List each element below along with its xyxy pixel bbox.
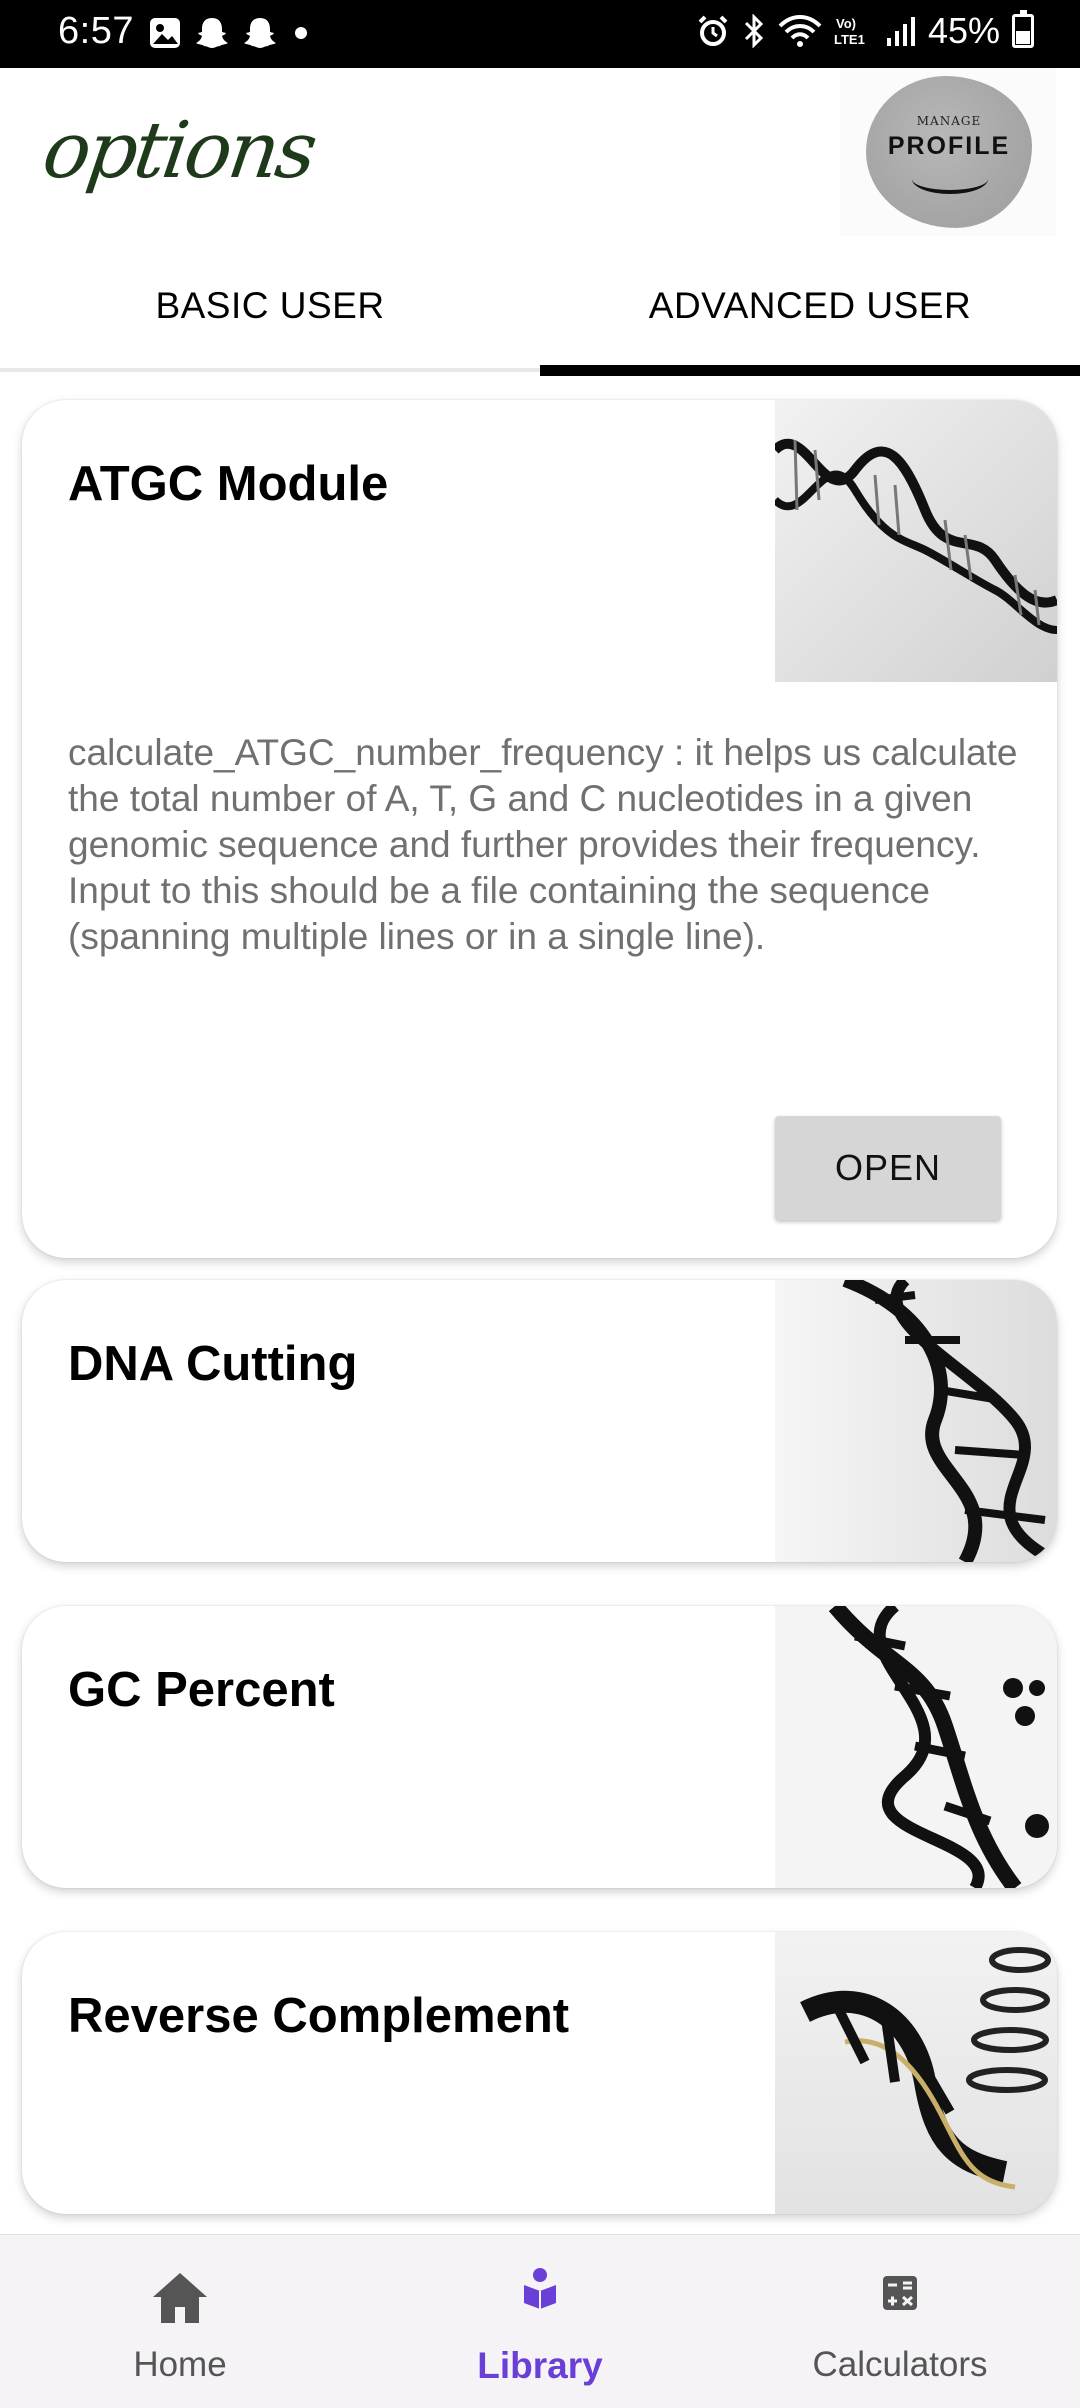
- tab-advanced-user[interactable]: ADVANCED USER: [540, 240, 1080, 376]
- app-header: options MANAGE PROFILE: [0, 68, 1080, 240]
- battery-icon: [1012, 10, 1034, 48]
- volte-icon: Vo) LTE1: [834, 16, 865, 47]
- library-icon: [524, 2268, 556, 2309]
- svg-text:Vo): Vo): [836, 16, 856, 31]
- alarm-icon: [698, 15, 728, 46]
- profile-badge: MANAGE PROFILE: [866, 76, 1032, 228]
- tab-active-indicator: [540, 365, 1080, 376]
- nav-label: Home: [133, 2345, 227, 2384]
- notification-icons: [148, 16, 312, 50]
- card-title: ATGC Module: [68, 457, 389, 511]
- tab-label: ADVANCED USER: [648, 285, 972, 326]
- module-card-reverse-complement[interactable]: Reverse Complement: [22, 1932, 1057, 2214]
- system-icons: Vo) LTE1 45%: [696, 10, 1034, 52]
- status-bar: 6:57 Vo) LTE1 45%: [0, 0, 1080, 68]
- bluetooth-icon: [744, 14, 764, 48]
- dna-helix-image: [775, 400, 1057, 682]
- card-title: DNA Cutting: [68, 1337, 358, 1391]
- app-logo: options: [0, 92, 320, 208]
- calculator-icon: [883, 2276, 917, 2310]
- user-level-tabs: BASIC USER ADVANCED USER: [0, 240, 1080, 376]
- nav-item-calculators[interactable]: Calculators: [720, 2235, 1080, 2408]
- dna-helix-image: [775, 1606, 1057, 1888]
- nav-label: Library: [477, 2345, 603, 2386]
- tab-label: BASIC USER: [155, 285, 385, 326]
- module-card-dna-cutting[interactable]: DNA Cutting: [22, 1280, 1057, 1562]
- module-card-atgc[interactable]: ATGC Module calculate_ATGC_number_freque…: [22, 400, 1057, 1258]
- dna-helix-image: [775, 1932, 1057, 2214]
- open-button[interactable]: OPEN: [775, 1116, 1001, 1220]
- nav-item-home[interactable]: Home: [0, 2235, 360, 2408]
- status-time: 6:57: [58, 10, 134, 52]
- profile-small-label: MANAGE: [916, 114, 982, 128]
- manage-profile-button[interactable]: MANAGE PROFILE: [840, 68, 1056, 236]
- wifi-icon: [778, 15, 822, 47]
- home-icon: [153, 2273, 207, 2323]
- card-title: Reverse Complement: [68, 1989, 570, 2043]
- bottom-navigation: Home Library Calculators: [0, 2234, 1080, 2408]
- smile-icon: [912, 164, 988, 194]
- module-card-gc-percent[interactable]: GC Percent: [22, 1606, 1057, 1888]
- svg-text:LTE1: LTE1: [834, 32, 865, 47]
- dot-icon: [295, 27, 307, 39]
- gallery-icon: [150, 18, 180, 48]
- signal-icon: [886, 17, 915, 46]
- dna-helix-image: [775, 1280, 1057, 1562]
- profile-big-label: PROFILE: [887, 132, 1011, 160]
- battery-percent: 45%: [927, 10, 1000, 51]
- snapchat-icon: [244, 18, 276, 48]
- card-title: GC Percent: [68, 1663, 335, 1717]
- logo-text: options: [37, 106, 320, 196]
- tab-basic-user[interactable]: BASIC USER: [0, 240, 540, 372]
- nav-item-library[interactable]: Library: [360, 2235, 720, 2408]
- nav-label: Calculators: [812, 2345, 988, 2384]
- card-description: calculate_ATGC_number_frequency : it hel…: [68, 732, 1018, 957]
- module-list[interactable]: ATGC Module calculate_ATGC_number_freque…: [0, 376, 1080, 2234]
- snapchat-icon: [196, 18, 228, 48]
